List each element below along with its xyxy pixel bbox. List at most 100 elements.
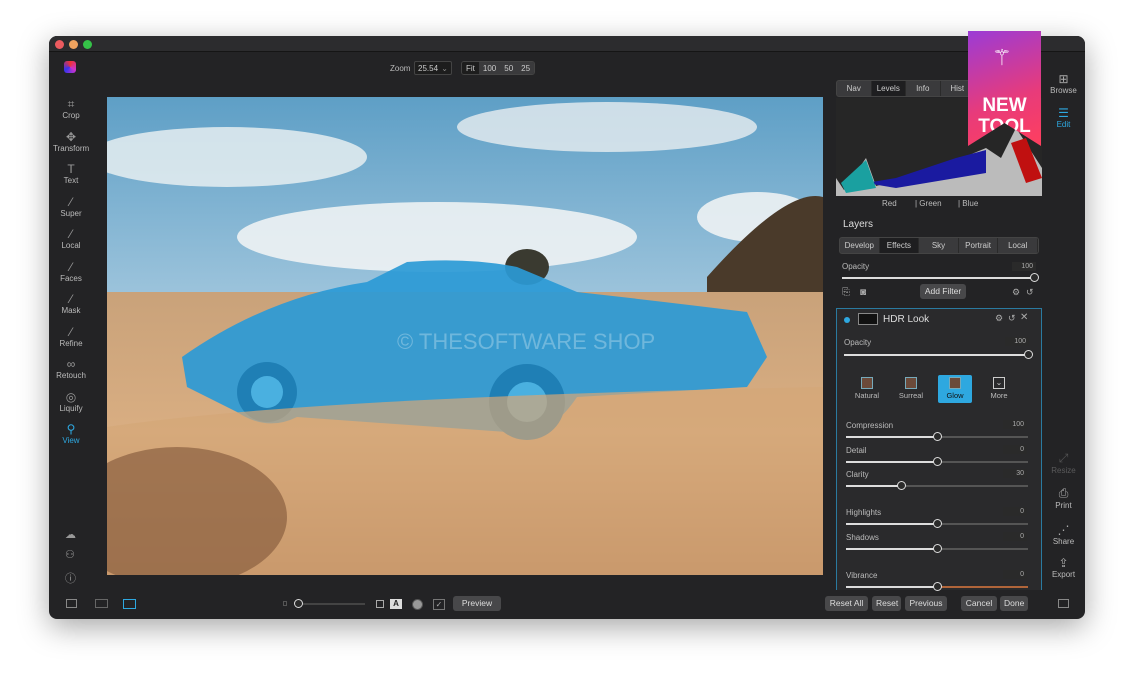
circle-mask-icon[interactable] <box>412 599 423 610</box>
tool-text[interactable]: T Text <box>53 162 89 185</box>
chevron-down-icon: ⌄ <box>441 64 448 73</box>
filter-reset-icon[interactable]: ↺ <box>1008 313 1016 324</box>
sidebar-share[interactable]: ⋰ Share <box>1042 523 1085 546</box>
preset-surreal[interactable]: Surreal <box>894 375 928 403</box>
sidebar-label: Export <box>1051 570 1076 579</box>
zoom-dropdown[interactable]: 25.54 ⌄ <box>414 61 452 75</box>
single-view-icon[interactable] <box>123 599 136 609</box>
done-button[interactable]: Done <box>1000 596 1028 611</box>
preset-label: More <box>990 391 1008 400</box>
maximize-window-button[interactable] <box>83 40 92 49</box>
slider-clarity[interactable] <box>846 481 1028 490</box>
preset-glow[interactable]: Glow <box>938 375 972 403</box>
minimize-window-button[interactable] <box>69 40 78 49</box>
preset-label: Surreal <box>898 391 924 400</box>
filter-close-icon[interactable]: ✕ <box>1020 312 1028 323</box>
slider-shadows[interactable] <box>846 544 1028 553</box>
filter-opacity-slider[interactable] <box>844 350 1033 359</box>
browse-icon: ⊞ <box>1058 72 1069 86</box>
sidebar-edit[interactable]: ☰ Edit <box>1042 106 1085 129</box>
previous-button[interactable]: Previous <box>905 596 947 611</box>
slider-label: Highlights <box>846 508 882 517</box>
chevron-down-icon: ⌄ <box>993 377 1005 389</box>
slider-vibrance[interactable] <box>846 582 1028 591</box>
brush-icon: ⁄ <box>69 227 72 241</box>
layer-tab-portrait[interactable]: Portrait <box>959 238 999 253</box>
slider-label: Clarity <box>846 470 869 479</box>
mask-layer-icon[interactable]: ◙ <box>860 287 866 298</box>
filter-mask-thumbnail[interactable] <box>858 313 878 325</box>
reset-button[interactable]: Reset <box>872 596 901 611</box>
resize-icon: ⤢ <box>1058 451 1069 465</box>
sidebar-export[interactable]: ⇪ Export <box>1042 556 1085 579</box>
people-icon[interactable]: ⚇ <box>65 548 75 561</box>
tool-transform[interactable]: ✥ Transform <box>53 130 89 153</box>
preset-thumbnail-icon <box>861 377 873 389</box>
sidebar-print[interactable]: ⎙ Print <box>1042 486 1085 510</box>
layer-tab-local[interactable]: Local <box>998 238 1038 253</box>
import-layer-icon[interactable]: ⎘ <box>842 287 850 298</box>
preview-button[interactable]: Preview <box>453 596 501 611</box>
crop-icon: ⌗ <box>67 97 75 111</box>
toggle-left-panel-icon[interactable] <box>66 599 77 608</box>
preset-natural[interactable]: Natural <box>850 375 884 403</box>
zoom-fit-button[interactable]: Fit <box>462 62 479 74</box>
tool-refine[interactable]: ⁄ Refine <box>53 325 89 348</box>
mask-overlay-toggle[interactable] <box>376 600 384 608</box>
layer-tab-develop[interactable]: Develop <box>840 238 880 253</box>
zoom-25-button[interactable]: 25 <box>517 62 535 74</box>
slider-value[interactable]: 100 <box>1003 420 1027 429</box>
tool-mask[interactable]: ⁄ Mask <box>53 292 89 315</box>
sidebar-browse[interactable]: ⊞ Browse <box>1042 72 1085 95</box>
brush-small-icon <box>283 601 287 606</box>
toggle-right-panel-icon[interactable] <box>1058 599 1069 608</box>
tool-view[interactable]: ⚲ View <box>53 422 89 445</box>
add-filter-button[interactable]: Add Filter <box>920 284 966 299</box>
slider-value[interactable]: 0 <box>1003 570 1027 579</box>
layer-tab-effects[interactable]: Effects <box>879 238 920 253</box>
zoom-50-button[interactable]: 50 <box>500 62 518 74</box>
tool-local[interactable]: ⁄ Local <box>53 227 89 250</box>
watermark-text: © THESOFTWARE SHOP <box>397 329 655 354</box>
slider-highlights[interactable] <box>846 519 1028 528</box>
tool-crop[interactable]: ⌗ Crop <box>53 97 89 120</box>
tab-info[interactable]: Info <box>906 81 941 96</box>
check-mask-icon[interactable]: ✓ <box>433 599 445 610</box>
sidebar-label: Print <box>1055 501 1072 510</box>
slider-value[interactable]: 0 <box>1003 445 1027 454</box>
auto-mask-toggle[interactable]: A <box>390 599 402 609</box>
filter-gear-icon[interactable]: ⚙ <box>995 313 1003 324</box>
slider-compression[interactable] <box>846 432 1028 441</box>
tool-liquify[interactable]: ◎ Liquify <box>53 390 89 413</box>
slider-value[interactable]: 30 <box>1003 469 1027 478</box>
reset-all-button[interactable]: Reset All <box>825 596 868 611</box>
help-icon[interactable]: ⓘ <box>65 570 76 586</box>
gear-icon[interactable]: ⚙ <box>1012 287 1020 298</box>
photo-canvas[interactable]: © THESOFTWARE SHOP <box>107 97 823 575</box>
cloud-sync-icon[interactable]: ☁ <box>65 528 76 541</box>
reset-icon[interactable]: ↺ <box>1026 287 1034 298</box>
tab-levels[interactable]: Levels <box>871 81 906 96</box>
tool-super[interactable]: ⁄ Super <box>53 195 89 218</box>
close-window-button[interactable] <box>55 40 64 49</box>
slider-detail[interactable] <box>846 457 1028 466</box>
opacity-slider[interactable] <box>842 273 1039 282</box>
tool-label: Retouch <box>56 371 86 380</box>
print-icon: ⎙ <box>1058 486 1069 500</box>
tool-retouch[interactable]: ∞ Retouch <box>53 357 89 380</box>
slider-value[interactable]: 0 <box>1003 532 1027 541</box>
opacity-value: 100 <box>1012 262 1036 271</box>
filter-enabled-toggle[interactable] <box>844 317 850 323</box>
filmstrip-icon[interactable] <box>95 599 108 608</box>
slider-value[interactable]: 0 <box>1003 507 1027 516</box>
brush-size-slider[interactable] <box>294 599 365 608</box>
preset-more[interactable]: ⌄ More <box>982 375 1016 403</box>
title-bar <box>49 36 1085 52</box>
app-logo-icon <box>64 61 76 73</box>
tab-nav[interactable]: Nav <box>837 81 872 96</box>
histogram-red-label: Red <box>882 199 897 208</box>
zoom-100-button[interactable]: 100 <box>478 62 501 74</box>
tool-faces[interactable]: ⁄ Faces <box>53 260 89 283</box>
layer-tab-sky[interactable]: Sky <box>919 238 959 253</box>
cancel-button[interactable]: Cancel <box>961 596 997 611</box>
